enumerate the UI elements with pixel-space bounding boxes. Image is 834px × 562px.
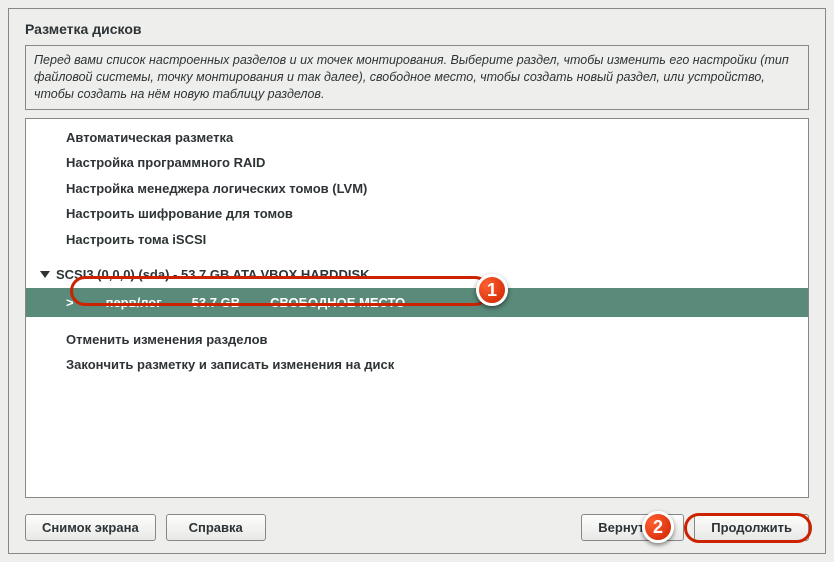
menu-guided[interactable]: Автоматическая разметка: [26, 125, 808, 151]
menu-lvm[interactable]: Настройка менеджера логических томов (LV…: [26, 176, 808, 202]
spacer: [26, 317, 808, 327]
action-finish[interactable]: Закончить разметку и записать изменения …: [26, 352, 808, 378]
screenshot-button[interactable]: Снимок экрана: [25, 514, 156, 541]
menu-encrypt[interactable]: Настроить шифрование для томов: [26, 201, 808, 227]
help-button[interactable]: Справка: [166, 514, 266, 541]
selection-arrow: >: [66, 295, 74, 310]
partition-window: Разметка дисков Перед вами список настро…: [8, 8, 826, 554]
partition-type: перв/лог: [106, 295, 162, 310]
button-bar: Снимок экрана Справка Вернуться Продолжи…: [9, 506, 825, 553]
continue-button[interactable]: Продолжить: [694, 514, 809, 541]
back-button[interactable]: Вернуться: [581, 514, 684, 541]
action-undo[interactable]: Отменить изменения разделов: [26, 327, 808, 353]
partition-list: Автоматическая разметка Настройка програ…: [25, 118, 809, 498]
description-text: Перед вами список настроенных разделов и…: [25, 45, 809, 110]
expand-icon: [40, 271, 50, 278]
menu-iscsi[interactable]: Настроить тома iSCSI: [26, 227, 808, 253]
disk-header[interactable]: SCSI3 (0,0,0) (sda) - 53.7 GB ATA VBOX H…: [26, 262, 808, 288]
spacer: [26, 252, 808, 262]
partition-label: СВОБОДНОЕ МЕСТО: [270, 295, 405, 310]
menu-raid[interactable]: Настройка программного RAID: [26, 150, 808, 176]
window-title: Разметка дисков: [9, 9, 825, 45]
partition-free-space[interactable]: > перв/лог 53.7 GB СВОБОДНОЕ МЕСТО: [26, 288, 808, 317]
disk-label: SCSI3 (0,0,0) (sda) - 53.7 GB ATA VBOX H…: [56, 265, 370, 285]
partition-size: 53.7 GB: [192, 295, 240, 310]
spacer: [276, 514, 572, 541]
